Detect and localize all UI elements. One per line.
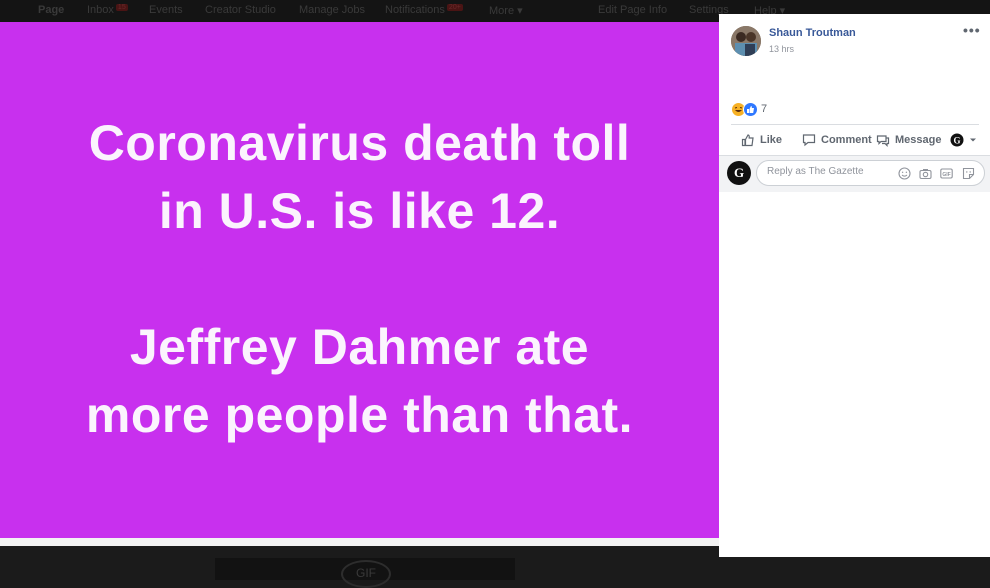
more-horizontal-icon[interactable]: •••: [963, 22, 981, 38]
photo-text-line-3: Jeffrey Dahmer ate: [129, 319, 590, 375]
photo-text-line-2: in U.S. is like 12.: [158, 183, 561, 239]
photo-text-line-1: Coronavirus death toll: [88, 115, 631, 171]
sticker-icon[interactable]: [962, 167, 975, 180]
reply-composer: G GIF: [719, 156, 990, 192]
nav-notifications[interactable]: Notifications 20+: [385, 4, 463, 16]
comment-button[interactable]: Comment: [802, 133, 872, 147]
like-button[interactable]: Like: [741, 133, 782, 147]
caret-down-icon: [970, 138, 976, 142]
post-as-selector[interactable]: G: [950, 133, 977, 147]
nav-inbox[interactable]: Inbox 15: [87, 4, 128, 16]
message-icon: [876, 135, 890, 147]
notifications-count-badge: 20+: [446, 4, 463, 11]
page-avatar: G: [727, 161, 751, 185]
reaction-count: 7: [761, 103, 768, 115]
emoji-icon[interactable]: [898, 167, 911, 180]
svg-text:G: G: [953, 136, 960, 146]
post-side-panel: Shaun Troutman 13 hrs ••• 7 Like Comment…: [719, 14, 990, 557]
nav-events[interactable]: Events: [149, 4, 183, 16]
nav-more[interactable]: More ▾: [489, 4, 523, 17]
message-button[interactable]: Message: [876, 133, 941, 147]
gif-icon[interactable]: GIF: [940, 167, 953, 180]
gif-badge: GIF: [341, 560, 391, 588]
avatar-image-icon: [731, 26, 761, 56]
nav-edit-page-info[interactable]: Edit Page Info: [598, 4, 667, 16]
comment-icon: [802, 134, 816, 147]
author-avatar[interactable]: [731, 26, 761, 56]
inbox-count-badge: 15: [115, 4, 128, 11]
photo-bottom-edge: [0, 538, 719, 546]
gazette-logo-icon: G: [950, 133, 964, 147]
author-name-link[interactable]: Shaun Troutman: [769, 27, 856, 39]
svg-text:GIF: GIF: [942, 172, 950, 178]
photo-text-line-4: more people than that.: [85, 387, 634, 443]
like-label: Like: [760, 134, 783, 146]
reply-input[interactable]: [765, 165, 899, 178]
post-actions-bar: Like Comment Message G: [719, 125, 990, 155]
post-timestamp[interactable]: 13 hrs: [769, 44, 794, 54]
nav-notifications-label: Notifications: [385, 4, 445, 16]
post-photo[interactable]: Coronavirus death toll in U.S. is like 1…: [0, 22, 719, 538]
reply-box[interactable]: GIF: [756, 160, 985, 186]
nav-manage-jobs[interactable]: Manage Jobs: [299, 4, 365, 16]
thumbs-up-icon: [741, 134, 754, 147]
like-reaction-icon: [743, 102, 758, 117]
message-label: Message: [895, 134, 942, 146]
nav-creator-studio[interactable]: Creator Studio: [205, 4, 276, 16]
nav-page[interactable]: Page: [38, 4, 64, 16]
camera-icon[interactable]: [919, 167, 932, 180]
nav-inbox-label: Inbox: [87, 4, 114, 16]
comment-label: Comment: [821, 134, 872, 146]
